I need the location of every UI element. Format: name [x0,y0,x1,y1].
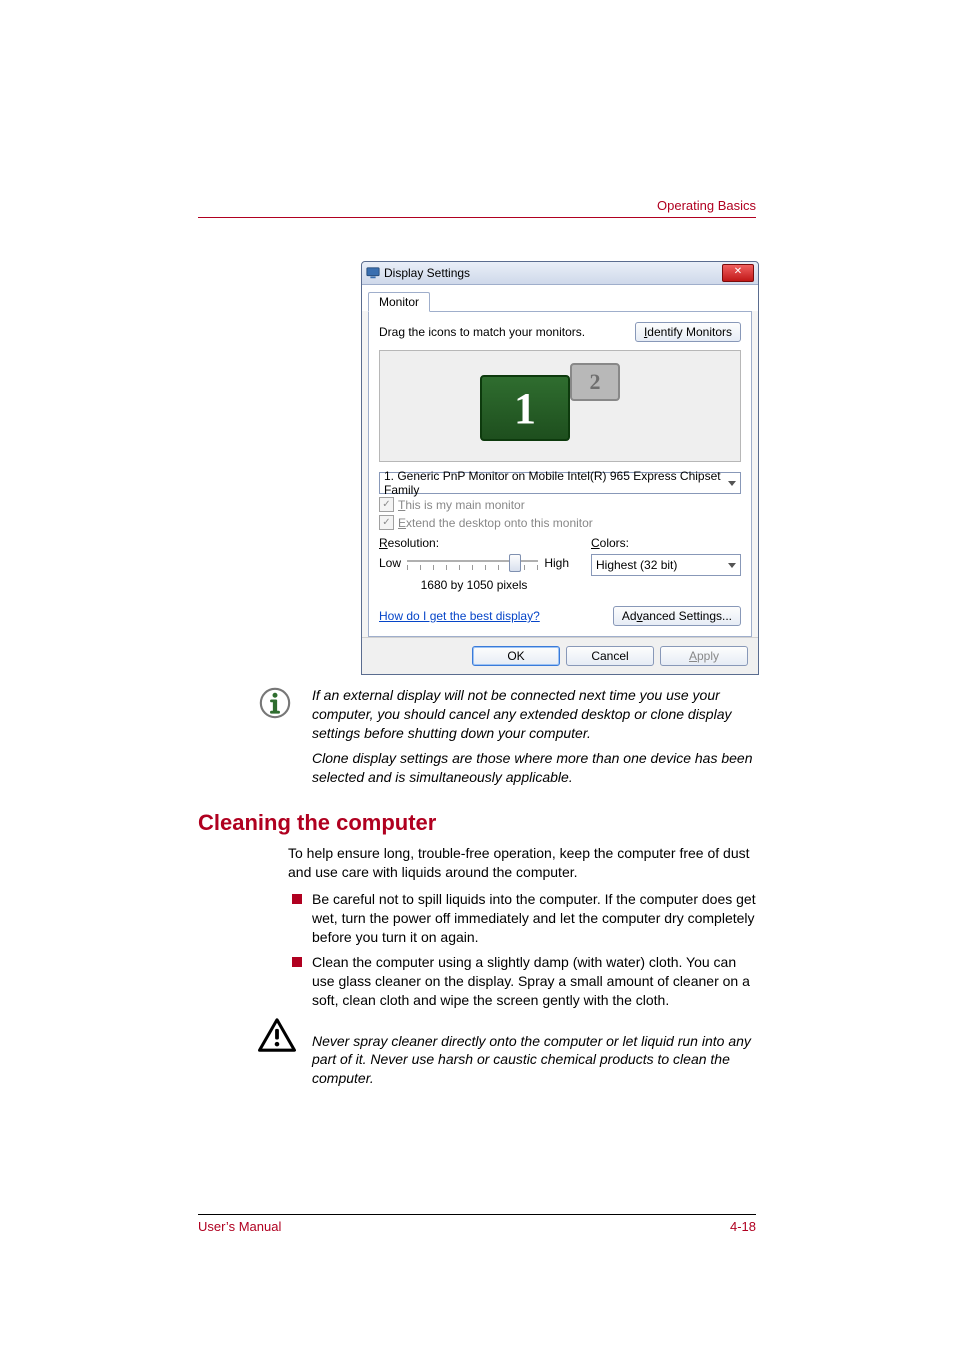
slider-thumb[interactable] [509,554,521,572]
list-item: Clean the computer using a slightly damp… [288,953,756,1010]
titlebar[interactable]: Display Settings ✕ [362,262,758,285]
drag-instruction: Drag the icons to match your monitors. [379,325,585,339]
monitor-icon [366,266,380,280]
warning-icon [258,1018,296,1103]
monitor-select[interactable]: 1. Generic PnP Monitor on Mobile Intel(R… [379,472,741,494]
apply-button: Apply [660,646,748,666]
resolution-value: 1680 by 1050 pixels [379,578,569,592]
cancel-button[interactable]: Cancel [566,646,654,666]
main-monitor-checkbox: ✓ This is my main monitor [379,497,741,512]
identify-monitors-button[interactable]: Identify Monitors [635,322,741,342]
colors-label: Colors: [591,536,741,550]
tab-monitor[interactable]: Monitor [368,292,430,312]
footer-right: 4-18 [730,1219,756,1234]
note-paragraph-2: Clone display settings are those where m… [312,749,756,787]
monitor-arrange-area[interactable]: 1 2 [379,350,741,462]
header-rule [198,217,756,218]
resolution-slider[interactable]: Low High [379,552,569,574]
slider-low-label: Low [379,556,401,570]
monitor-1[interactable]: 1 [480,375,570,441]
close-icon[interactable]: ✕ [722,264,754,282]
header-section: Operating Basics [198,198,756,213]
resolution-label: Resolution: [379,536,569,550]
display-settings-dialog: Display Settings ✕ Monitor Drag the icon… [361,261,759,675]
section-title: Cleaning the computer [198,810,756,836]
dialog-title: Display Settings [384,266,722,280]
info-icon [258,686,292,792]
intro-paragraph: To help ensure long, trouble-free operat… [288,844,756,882]
help-link[interactable]: How do I get the best display? [379,609,540,623]
advanced-settings-button[interactable]: Advanced Settings... [613,606,741,626]
ok-button[interactable]: OK [472,646,560,666]
colors-value: Highest (32 bit) [596,558,677,572]
chevron-down-icon [728,481,736,486]
monitor-select-value: 1. Generic PnP Monitor on Mobile Intel(R… [384,469,728,497]
footer-left: User’s Manual [198,1219,281,1234]
checkbox-icon: ✓ [379,515,394,530]
footer-rule [198,1214,756,1215]
caution-text: Never spray cleaner directly onto the co… [312,1032,756,1089]
note-paragraph-1: If an external display will not be conne… [312,686,756,743]
monitor-2[interactable]: 2 [570,363,620,401]
list-item: Be careful not to spill liquids into the… [288,890,756,947]
checkbox-icon: ✓ [379,497,394,512]
extend-desktop-checkbox: ✓ Extend the desktop onto this monitor [379,515,741,530]
chevron-down-icon [728,563,736,568]
colors-select[interactable]: Highest (32 bit) [591,554,741,576]
slider-high-label: High [544,556,569,570]
